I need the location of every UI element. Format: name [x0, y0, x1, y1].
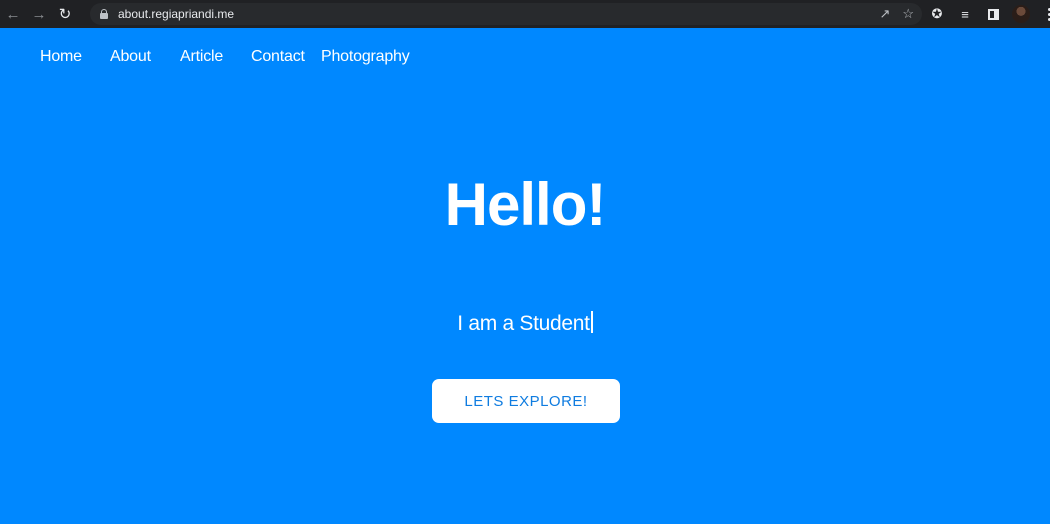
forward-arrow-icon[interactable]: →: [26, 0, 52, 28]
browser-toolbar: ← → ↻ about.regiapriandi.me ↗ ☆ ✪ ≡: [0, 0, 1050, 28]
nav-link-about[interactable]: About: [110, 48, 151, 66]
lets-explore-button[interactable]: LETS EXPLORE!: [432, 379, 620, 423]
kebab-menu-icon[interactable]: [1040, 5, 1050, 23]
url-text[interactable]: about.regiapriandi.me: [118, 7, 234, 21]
star-icon[interactable]: ☆: [902, 6, 914, 22]
typed-text: I am a Student: [457, 312, 590, 335]
hero-subtitle: I am a Student: [0, 311, 1050, 336]
extensions-icon[interactable]: ✪: [928, 5, 946, 23]
share-icon[interactable]: ↗: [879, 6, 890, 22]
typing-cursor: [590, 311, 593, 333]
address-bar[interactable]: about.regiapriandi.me ↗ ☆: [90, 3, 922, 25]
side-panel-icon[interactable]: [984, 5, 1002, 23]
media-queue-icon[interactable]: ≡: [956, 5, 974, 23]
reload-icon[interactable]: ↻: [52, 0, 78, 28]
nav-link-article[interactable]: Article: [180, 48, 223, 66]
hero-title: Hello!: [444, 171, 607, 238]
nav-link-home[interactable]: Home: [40, 48, 82, 66]
nav-link-photography[interactable]: Photography: [321, 48, 410, 66]
back-arrow-icon[interactable]: ←: [0, 0, 26, 28]
nav-link-contact[interactable]: Contact: [251, 48, 305, 66]
profile-avatar[interactable]: [1012, 5, 1030, 23]
lock-icon[interactable]: [100, 9, 108, 19]
